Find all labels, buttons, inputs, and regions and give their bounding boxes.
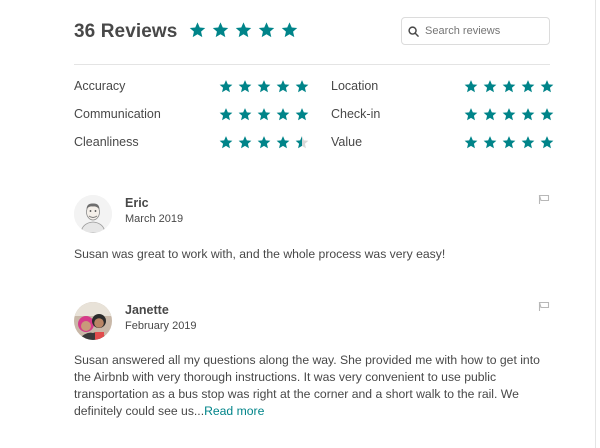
star-icon xyxy=(258,22,275,38)
star-icon xyxy=(502,136,516,149)
star-icon xyxy=(502,80,516,93)
star-icon xyxy=(189,22,206,38)
review-date: March 2019 xyxy=(125,213,184,225)
star-icon xyxy=(295,80,309,93)
star-icon xyxy=(238,80,252,93)
star-icon xyxy=(483,108,497,121)
review-text-body: Susan answered all my questions along th… xyxy=(74,353,540,418)
star-icon xyxy=(540,136,554,149)
search-reviews-input[interactable] xyxy=(425,25,543,37)
category-stars-check-in xyxy=(462,107,556,121)
star-icon xyxy=(295,108,309,121)
reviews-header: 36 Reviews xyxy=(74,17,550,48)
star-icon xyxy=(464,136,478,149)
category-label-location: Location xyxy=(331,79,379,93)
star-icon xyxy=(502,108,516,121)
reviewer-avatar[interactable] xyxy=(74,302,112,340)
star-icon xyxy=(276,80,290,93)
category-stars-accuracy xyxy=(217,79,311,93)
star-icon xyxy=(212,22,229,38)
review-item: Janette February 2019 Susan answered all… xyxy=(74,301,552,427)
star-icon xyxy=(464,80,478,93)
star-icon xyxy=(521,108,535,121)
review-text: Susan was great to work with, and the wh… xyxy=(74,247,446,261)
star-icon xyxy=(219,108,233,121)
star-icon xyxy=(464,108,478,121)
category-label-communication: Communication xyxy=(74,107,161,121)
category-stars-value xyxy=(462,135,556,149)
page-edge-divider xyxy=(595,0,596,448)
category-label-cleanliness: Cleanliness xyxy=(74,135,139,149)
review-text: Susan answered all my questions along th… xyxy=(74,352,552,420)
reviewer-avatar[interactable] xyxy=(74,195,112,233)
star-icon xyxy=(483,136,497,149)
star-icon xyxy=(257,80,271,93)
search-reviews-box[interactable] xyxy=(401,17,550,45)
star-icon xyxy=(257,136,271,149)
star-icon xyxy=(276,108,290,121)
flag-icon[interactable] xyxy=(538,301,550,312)
category-stars-communication xyxy=(217,107,311,121)
star-icon xyxy=(238,108,252,121)
star-icon xyxy=(257,108,271,121)
avatar-photo xyxy=(74,302,112,340)
category-label-check-in: Check-in xyxy=(331,107,381,121)
star-icon xyxy=(540,80,554,93)
star-icon xyxy=(521,80,535,93)
category-stars-location xyxy=(462,79,556,93)
star-icon xyxy=(295,136,309,149)
reviewer-name: Eric xyxy=(125,196,149,210)
category-label-accuracy: Accuracy xyxy=(74,79,126,93)
star-icon xyxy=(238,136,252,149)
review-item: Eric March 2019 Susan was great to work … xyxy=(74,194,550,265)
star-icon xyxy=(219,136,233,149)
flag-icon[interactable] xyxy=(538,194,550,205)
reviews-count-title: 36 Reviews xyxy=(74,21,178,42)
review-date: February 2019 xyxy=(125,320,197,332)
header-divider xyxy=(74,64,550,65)
star-icon xyxy=(483,80,497,93)
star-icon xyxy=(235,22,252,38)
avatar-photo xyxy=(74,195,112,233)
star-icon xyxy=(219,80,233,93)
category-stars-cleanliness xyxy=(217,135,311,149)
overall-rating-stars xyxy=(187,21,300,38)
reviewer-name: Janette xyxy=(125,303,169,317)
read-more-link[interactable]: Read more xyxy=(204,404,264,418)
category-label-value: Value xyxy=(331,135,363,149)
star-icon xyxy=(281,22,298,38)
star-icon xyxy=(276,136,290,149)
star-icon xyxy=(540,108,554,121)
search-icon xyxy=(408,25,419,37)
star-icon xyxy=(521,136,535,149)
